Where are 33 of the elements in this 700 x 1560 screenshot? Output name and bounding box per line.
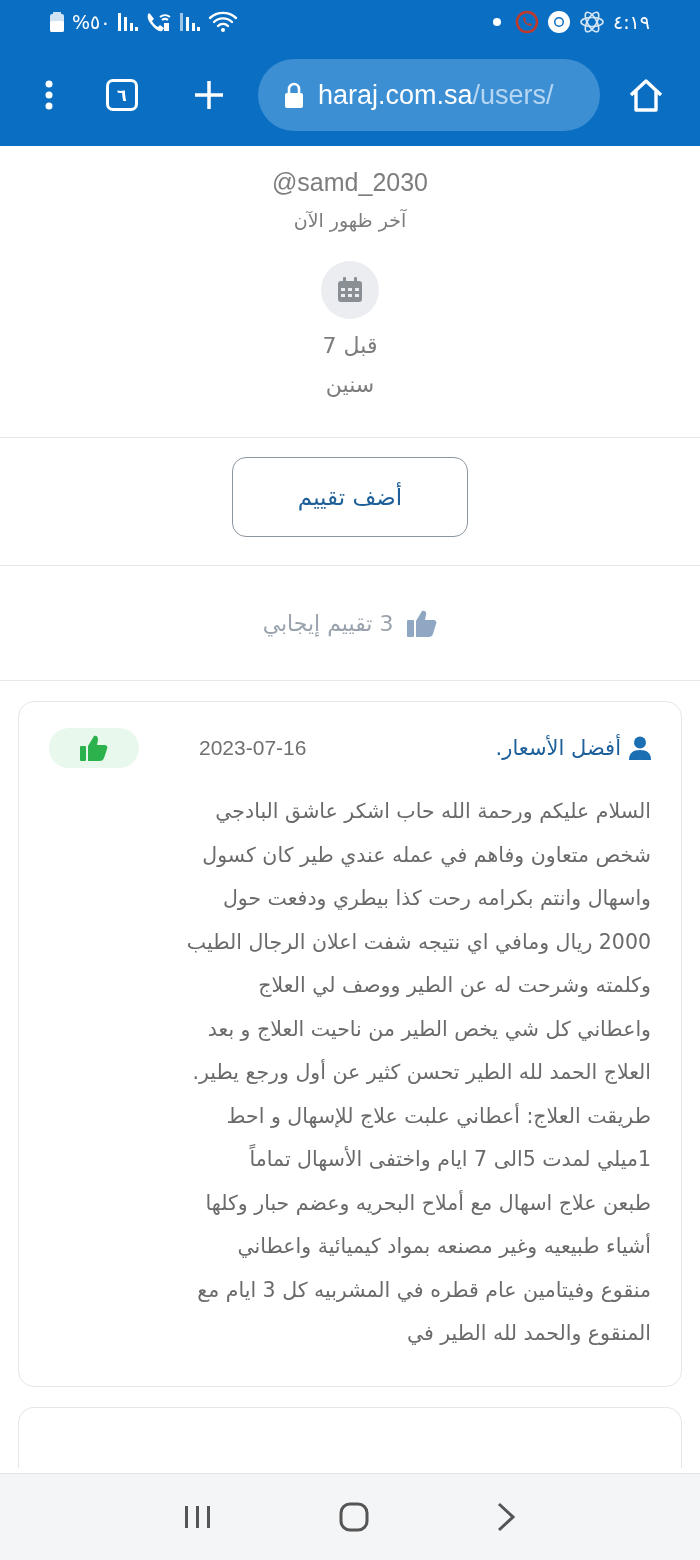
menu-icon[interactable] (44, 80, 54, 110)
reviewer-link[interactable]: أفضل الأسعار. (495, 736, 621, 760)
user-icon (629, 736, 651, 760)
wifi-call-icon (146, 11, 173, 33)
new-tab-icon[interactable] (194, 80, 224, 110)
battery-icon (50, 12, 64, 32)
signal-icon (118, 13, 139, 31)
atom-icon (578, 10, 605, 34)
clock: ٤:١٩ (612, 11, 650, 33)
signal-icon (180, 13, 201, 31)
add-review-button[interactable]: أضف تقييم (232, 457, 468, 537)
notification-dot (492, 18, 501, 26)
url-path: /users/ (472, 79, 554, 110)
wifi-icon (208, 11, 239, 33)
last-seen-text: آخر ظهور الآن (293, 209, 407, 231)
home-icon[interactable] (628, 78, 664, 112)
thumbs-up-icon (407, 609, 438, 637)
review-date: 2023-07-16 (199, 736, 307, 760)
review-text: السلام عليكم ورحمة الله حاب اشكر عاشق البادجي شخص متعاون وفاهم في عمله عندي طير كان كسول واسهال وانتم بكرامه رحت كذا بيطري ودفعت حول 2000 ريال ومافي اي نتيجه شفت اعلان الرجال الطيب وكلمته وشرحت له عن الطير ووصف لي العلاج واعطاني كل شي يخص الطير من ناحيت العلاج و بعد العلاج الحمد لله الطير تحسن كثير عن أول ورجع يطير. طريقت العلاج: أعطاني علبت علاج للإسهال و احط 1ميلي لمدت 5الى 7 ايام واختفى الأسهال تماماً طبعن علاج اسهال مع أملاح البحريه وعضم حبار وكلها أشياء طبيعيه وغير مصنعه بمواد كيميائية واعطاني منقوع وفيتامين عام قطره في المشربيه كل 3 ايام مع المنقوع والحمد لله الطير في (185, 798, 651, 1347)
tab-count-button[interactable]: ٦ (106, 79, 138, 111)
member-since-unit: سنين (325, 372, 375, 397)
chat-app-icon (514, 10, 539, 34)
battery-level: %٥٠ (72, 11, 111, 33)
lock-icon (284, 82, 304, 108)
rating-summary: 3 تقييم إيجابي (262, 610, 394, 636)
browser-app-icon (546, 10, 571, 34)
member-since-text: قبل 7 (322, 333, 378, 358)
username: @samd_2030 (272, 168, 428, 197)
address-bar[interactable]: haraj.com.sa/users/ (258, 59, 600, 131)
recent-apps-icon[interactable] (183, 1504, 213, 1530)
url-host: haraj.com.sa (318, 79, 473, 110)
back-icon[interactable] (495, 1502, 517, 1532)
home-button-icon[interactable] (339, 1502, 369, 1532)
